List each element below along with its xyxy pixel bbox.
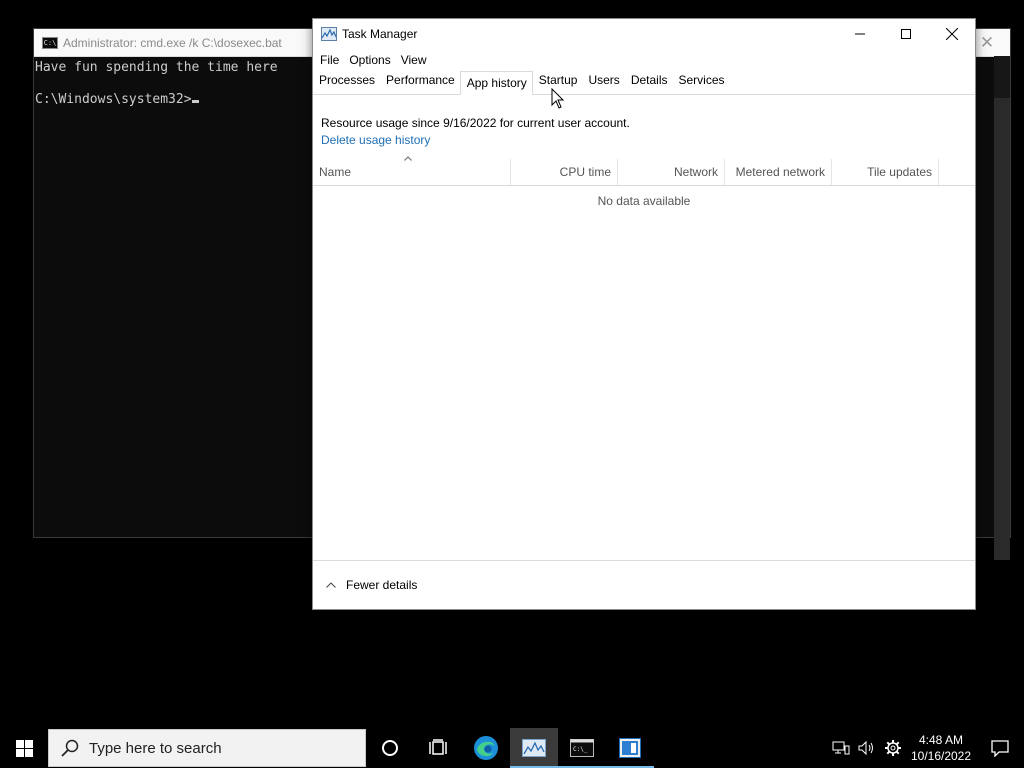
settings-tray-button[interactable] xyxy=(880,728,906,768)
cmd-title: Administrator: cmd.exe /k C:\dosexec.bat xyxy=(63,35,282,50)
maximize-icon xyxy=(901,29,911,39)
column-header-network[interactable]: Network xyxy=(618,159,725,185)
clock-time: 4:48 AM xyxy=(918,733,964,747)
cmd-scrollbar-thumb[interactable] xyxy=(994,98,1010,560)
maximize-button[interactable] xyxy=(883,19,929,49)
app-taskbar-button[interactable] xyxy=(606,728,654,768)
cortana-button[interactable] xyxy=(366,728,414,768)
delete-usage-history-link[interactable]: Delete usage history xyxy=(321,133,430,147)
fewer-details-button[interactable]: Fewer details xyxy=(313,560,975,609)
minimize-icon xyxy=(855,33,865,35)
column-header-tile-updates[interactable]: Tile updates xyxy=(832,159,939,185)
window-app-icon xyxy=(619,738,641,758)
taskbar: Type here to search C:\_ 4:48 AM 10/16/2… xyxy=(0,728,1024,768)
column-header-name[interactable]: Name xyxy=(313,159,511,185)
close-button[interactable] xyxy=(929,19,975,49)
cmd-cursor xyxy=(191,100,199,103)
taskbar-clock[interactable]: 4:48 AM 10/16/2022 xyxy=(906,732,976,764)
tab-performance[interactable]: Performance xyxy=(380,71,460,94)
notification-icon xyxy=(991,740,1009,757)
column-header-cpu-time[interactable]: CPU time xyxy=(511,159,618,185)
edge-browser-icon xyxy=(474,736,498,760)
search-icon xyxy=(61,739,79,757)
edge-taskbar-button[interactable] xyxy=(462,728,510,768)
volume-tray-button[interactable] xyxy=(854,728,880,768)
fewer-details-label: Fewer details xyxy=(346,578,418,592)
tab-services[interactable]: Services xyxy=(673,71,730,94)
cmd-taskbar-button[interactable]: C:\_ xyxy=(558,728,606,768)
svg-text:C:\_: C:\_ xyxy=(573,746,588,753)
tab-users[interactable]: Users xyxy=(582,71,624,94)
resource-usage-text: Resource usage since 9/16/2022 for curre… xyxy=(321,116,630,130)
chevron-up-icon xyxy=(326,582,336,588)
menu-bar: File Options View xyxy=(313,49,975,71)
task-manager-titlebar[interactable]: Task Manager xyxy=(313,19,975,49)
tab-strip: Processes Performance App history Startu… xyxy=(313,70,975,95)
taskbar-search-box[interactable]: Type here to search xyxy=(48,729,366,767)
column-header-metered-network[interactable]: Metered network xyxy=(725,159,832,185)
cortana-circle-icon xyxy=(382,740,398,756)
system-tray: 4:48 AM 10/16/2022 xyxy=(828,728,1024,768)
start-button[interactable] xyxy=(0,728,48,768)
cmd-output-line: Have fun spending the time here xyxy=(35,60,278,75)
gear-icon xyxy=(885,740,901,756)
cmd-app-icon: C:\ xyxy=(42,36,58,49)
tab-details[interactable]: Details xyxy=(625,71,673,94)
menu-view[interactable]: View xyxy=(396,53,432,67)
mouse-pointer-icon xyxy=(551,88,565,109)
clock-date: 10/16/2022 xyxy=(910,749,972,763)
cmd-prompt: C:\Windows\system32> xyxy=(35,92,192,107)
network-tray-button[interactable] xyxy=(828,728,854,768)
task-manager-icon xyxy=(321,27,337,41)
tab-processes[interactable]: Processes xyxy=(313,71,380,94)
search-placeholder: Type here to search xyxy=(89,739,222,757)
task-manager-title: Task Manager xyxy=(342,27,418,41)
task-view-icon xyxy=(429,739,447,755)
tab-app-history[interactable]: App history xyxy=(459,71,533,95)
task-view-button[interactable] xyxy=(414,728,462,768)
cmd-scrollbar[interactable] xyxy=(994,56,1010,560)
windows-logo-icon xyxy=(15,739,33,757)
menu-options[interactable]: Options xyxy=(344,53,395,67)
task-manager-taskbar-icon xyxy=(522,739,546,757)
speaker-icon xyxy=(858,740,873,756)
command-prompt-icon: C:\_ xyxy=(570,739,594,757)
action-center-button[interactable] xyxy=(976,728,1024,768)
menu-file[interactable]: File xyxy=(315,53,344,67)
minimize-button[interactable] xyxy=(837,19,883,49)
network-icon xyxy=(832,741,850,755)
table-header: Name CPU time Network Metered network Ti… xyxy=(313,159,975,186)
empty-state-text: No data available xyxy=(597,194,691,208)
close-icon xyxy=(946,28,958,40)
task-manager-taskbar-button[interactable] xyxy=(510,728,558,768)
task-manager-window[interactable]: Task Manager File Options View Processes… xyxy=(312,18,976,610)
